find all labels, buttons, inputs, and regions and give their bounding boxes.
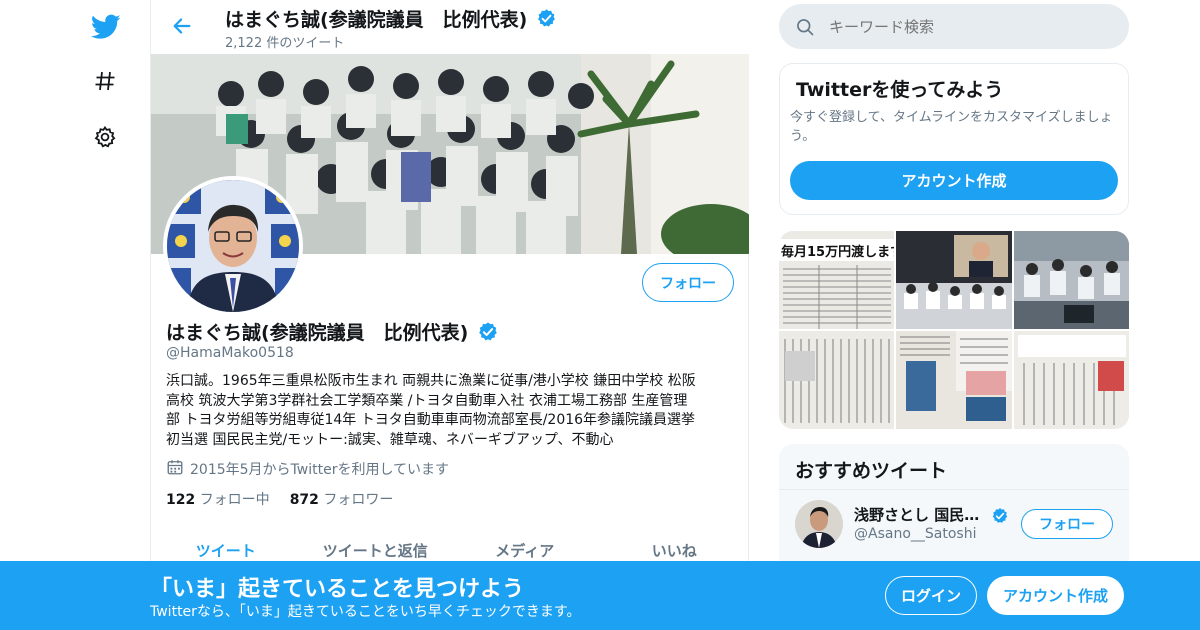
signup-promo-card: Twitterを使ってみよう 今すぐ登録して、タイムラインをカスタマイズしましょ… <box>779 63 1129 215</box>
bio-line: 初当選 国民民主党/モットー:誠実、雑草魂、ネバーギブアップ、不動心 <box>166 431 614 448</box>
search-input[interactable] <box>829 4 1109 49</box>
header-name-text: はまぐち誠(参議院議員 比例代表) <box>225 9 528 31</box>
media-thumbnail[interactable] <box>896 231 1012 329</box>
login-button[interactable]: ログイン <box>885 576 977 615</box>
gear-icon[interactable] <box>90 122 120 152</box>
joined-date: 2015年5月からTwitterを利用しています <box>166 458 449 480</box>
profile-name-text: はまぐち誠(参議院議員 比例代表) <box>166 322 469 344</box>
profile-handle: @HamaMako0518 <box>166 345 294 361</box>
thumbnail-headline: 毎月15万円渡します <box>781 245 895 260</box>
follow-button[interactable]: フォロー <box>642 263 734 302</box>
followers-count: 872 <box>289 492 319 508</box>
search-box <box>779 4 1129 49</box>
verified-badge-icon <box>991 507 1009 529</box>
back-arrow-icon[interactable] <box>167 11 197 41</box>
verified-badge-icon <box>536 8 557 34</box>
followers-label: フォロワー <box>323 492 394 508</box>
media-thumbnail[interactable] <box>1013 231 1129 329</box>
bio-line: 部 トヨタ労組等労組専従14年 トヨタ自動車車両物流部室長/2016年参議院議員… <box>166 412 696 428</box>
promo-title: Twitterを使ってみよう <box>796 79 1004 101</box>
media-gallery: 毎月15万円渡します <box>779 231 1129 429</box>
followers-stat[interactable]: 872 フォロワー <box>290 489 394 509</box>
recommended-user-name[interactable]: 浅野さとし 国民… <box>854 504 980 525</box>
divider <box>779 489 1129 490</box>
recommended-user-handle: @Asano__Satoshi <box>854 526 977 542</box>
recommended-user-avatar[interactable] <box>795 500 843 548</box>
promo-subtitle: 今すぐ登録して、タイムラインをカスタマイズしましょう。 <box>790 110 1113 144</box>
bottom-bar-title: 「いま」起きていることを見つけよう <box>150 577 525 602</box>
media-thumbnail[interactable]: 毎月15万円渡します <box>779 231 895 329</box>
recommended-title: おすすめツイート <box>795 460 948 482</box>
bio-line: 浜口誠。1965年三重県松阪市生まれ 両親共に漁業に従事/港小学校 鎌田中学校 … <box>166 373 696 389</box>
left-nav <box>0 0 150 630</box>
create-account-button[interactable]: アカウント作成 <box>790 161 1118 200</box>
recommended-follow-button[interactable]: フォロー <box>1021 509 1113 539</box>
profile-stats: 122 フォロー中 872 フォロワー <box>166 489 393 509</box>
profile-bio: 浜口誠。1965年三重県松阪市生まれ 両親共に漁業に従事/港小学校 鎌田中学校 … <box>166 372 736 450</box>
following-stat[interactable]: 122 フォロー中 <box>166 489 270 509</box>
bottom-bar-subtitle: Twitterなら、「いま」起きていることをいち早くチェックできます。 <box>150 604 581 620</box>
profile-avatar[interactable] <box>163 176 303 316</box>
profile-name: はまぐち誠(参議院議員 比例代表) <box>166 318 499 348</box>
calendar-icon <box>166 458 184 480</box>
search-icon <box>795 17 815 41</box>
media-thumbnail[interactable] <box>896 331 1012 429</box>
verified-badge-icon <box>477 321 499 348</box>
twitter-bird-icon[interactable] <box>88 10 124 44</box>
media-thumbnail[interactable] <box>779 331 895 429</box>
joined-text: 2015年5月からTwitterを利用しています <box>190 462 450 478</box>
bio-line: 高校 筑波大学第3学群社会工学類卒業 /トヨタ自動車入社 衣浦工場工務部 生産管… <box>166 392 688 409</box>
following-label: フォロー中 <box>199 492 270 508</box>
media-thumbnail[interactable] <box>1013 331 1129 429</box>
header-name: はまぐち誠(参議院議員 比例代表) <box>225 5 557 34</box>
profile-header-bar: はまぐち誠(参議院議員 比例代表) 2,122 件のツイート <box>151 0 750 54</box>
profile-column: はまぐち誠(参議院議員 比例代表) 2,122 件のツイート フォロー はまぐち… <box>150 0 750 630</box>
signup-bottom-bar: 「いま」起きていることを見つけよう Twitterなら、「いま」起きていることを… <box>0 561 1200 630</box>
hashtag-icon[interactable] <box>90 66 120 96</box>
tweet-count: 2,122 件のツイート <box>225 36 345 51</box>
signup-button[interactable]: アカウント作成 <box>987 576 1124 615</box>
following-count: 122 <box>166 492 196 508</box>
